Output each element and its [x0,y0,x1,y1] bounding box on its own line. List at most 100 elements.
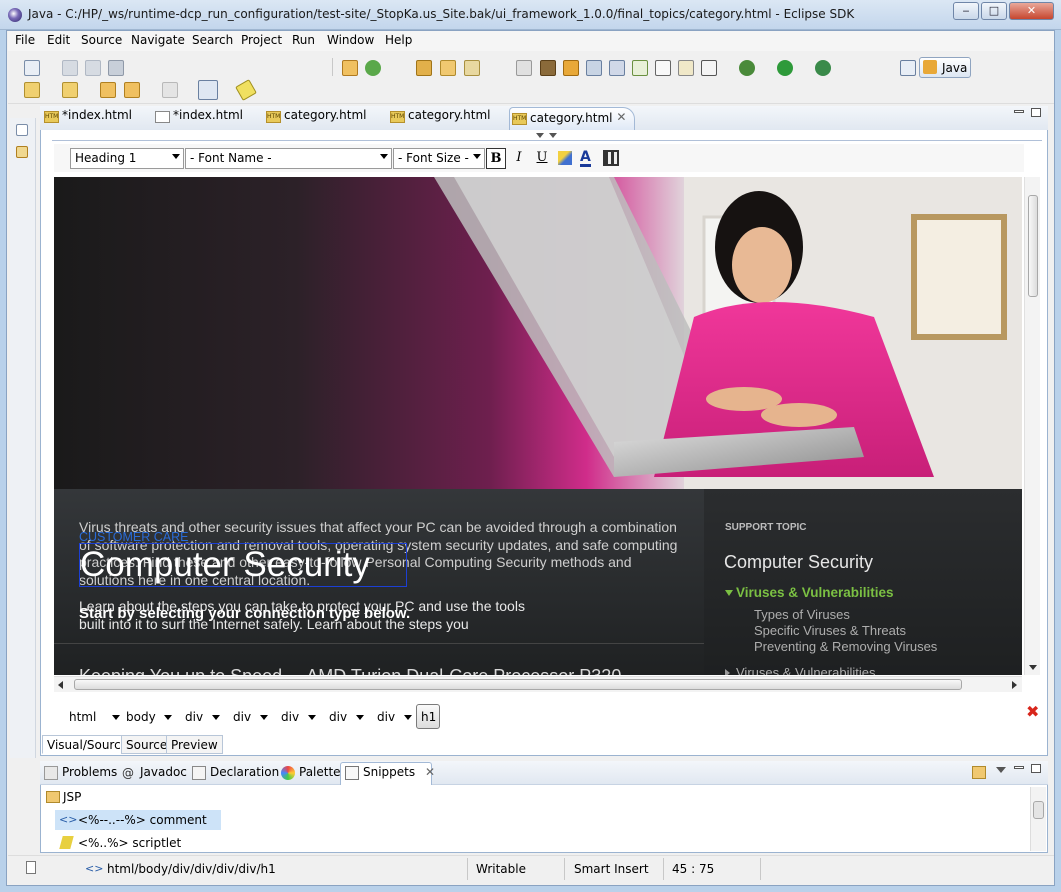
tab-snippets[interactable]: Snippets ✕ [345,765,435,780]
new-class-icon[interactable] [365,60,381,76]
font-size-select[interactable]: - Font Size - [393,148,485,169]
last-edit-icon[interactable] [100,82,116,98]
tab-index-html-1[interactable]: HTM *index.html [42,108,132,129]
toggle-mark-occurrences-icon[interactable] [198,80,218,100]
tab-preview[interactable]: Preview [166,735,223,754]
restore-icon[interactable] [16,124,28,136]
spell-check-icon[interactable] [678,60,694,76]
chevron-down-icon[interactable] [404,715,412,720]
new-icon[interactable] [24,60,40,76]
menu-edit[interactable]: Edit [47,33,70,47]
crumb-div-2[interactable]: div [233,710,251,724]
close-tab-icon[interactable]: ✕ [616,110,626,124]
minimize-button[interactable]: ‒ [953,2,979,20]
tab-category-html-1[interactable]: HTM category.html [264,108,366,129]
previous-annotation-icon[interactable] [62,82,78,98]
tab-declaration[interactable]: Declaration [192,765,279,780]
tasks-icon[interactable] [563,60,579,76]
open-perspective-icon[interactable] [900,60,916,76]
customize-icon[interactable] [972,766,986,779]
console-icon[interactable] [516,60,532,76]
run-icon[interactable] [777,60,793,76]
crumb-body[interactable]: body [126,710,156,724]
minimize-editor-icon[interactable] [1014,110,1024,113]
tab-category-html-active[interactable]: HTM category.html ✕ [509,107,636,130]
expand-split-icon[interactable] [549,133,557,138]
menu-run[interactable]: Run [292,33,315,47]
menu-project[interactable]: Project [241,33,282,47]
sidebar-item-viruses-next[interactable]: Viruses & Vulnerabilities [736,665,875,675]
save-all-icon[interactable] [85,60,101,76]
bold-button[interactable]: B [486,148,506,169]
maximize-button[interactable]: □ [981,2,1007,20]
open-type-icon[interactable] [416,60,432,76]
text-icon[interactable] [655,60,671,76]
sidebar-subitem-preventing[interactable]: Preventing & Removing Viruses [754,639,937,654]
forward-icon[interactable] [162,82,178,98]
menu-source[interactable]: Source [81,33,122,47]
next-annotation-icon[interactable] [24,82,40,98]
underline-button[interactable]: U [532,148,552,169]
open-folder-icon[interactable] [440,60,456,76]
tab-javadoc[interactable]: @ Javadoc [122,765,187,780]
more-formatting-icon[interactable] [603,150,619,166]
crumb-div-3[interactable]: div [281,710,299,724]
back-icon[interactable] [124,82,140,98]
print-icon[interactable] [108,60,124,76]
external-tools-icon[interactable] [815,60,831,76]
crumb-div-1[interactable]: div [185,710,203,724]
crumb-div-5[interactable]: div [377,710,395,724]
sidebar-subitem-types[interactable]: Types of Viruses [754,607,850,622]
view-menu-icon[interactable] [996,767,1006,773]
scroll-right-arrow-icon[interactable] [1012,681,1017,689]
menu-search[interactable]: Search [192,33,233,47]
build-icon[interactable] [540,60,556,76]
preview-icon[interactable] [586,60,602,76]
menu-window[interactable]: Window [327,33,374,47]
snippets-scrollbar[interactable] [1030,787,1046,851]
menu-file[interactable]: File [15,33,35,47]
italic-button[interactable]: I [509,148,529,169]
table-icon[interactable] [632,60,648,76]
font-name-select[interactable]: - Font Name - [185,148,392,169]
snippet-category-jsp[interactable]: JSP [63,790,81,804]
highlight-color-icon[interactable] [558,151,572,165]
vertical-scrollbar[interactable] [1024,177,1040,675]
format-icon[interactable] [609,60,625,76]
maximize-view-icon[interactable] [1031,764,1041,773]
scroll-left-arrow-icon[interactable] [58,681,63,689]
tab-problems[interactable]: Problems [44,765,117,780]
collapse-split-icon[interactable] [536,133,544,138]
chevron-down-icon[interactable] [356,715,364,720]
fast-view-icon[interactable] [26,861,36,874]
sidebar-item-viruses-active[interactable]: Viruses & Vulnerabilities [736,585,894,600]
tab-source[interactable]: Source [121,735,173,754]
page-heading[interactable]: Computer Security [79,543,407,587]
tab-palette[interactable]: Palette [281,765,341,780]
maximize-editor-icon[interactable] [1031,108,1041,117]
vertical-scroll-thumb[interactable] [1028,195,1038,297]
chevron-down-icon[interactable] [112,715,120,720]
crumb-div-4[interactable]: div [329,710,347,724]
tab-visual-source[interactable]: Visual/Source [42,735,134,754]
crumb-h1-selected[interactable]: h1 [416,704,440,729]
snippets-scroll-thumb[interactable] [1033,801,1044,819]
close-button[interactable]: ✕ [1009,2,1054,20]
close-tab-icon[interactable]: ✕ [425,765,435,779]
scroll-down-arrow-icon[interactable] [1029,665,1037,670]
horizontal-scrollbar[interactable] [54,676,1022,692]
chevron-down-icon[interactable] [308,715,316,720]
java-perspective-button[interactable]: Java [919,57,971,78]
chevron-down-icon[interactable] [260,715,268,720]
search-icon[interactable] [464,60,480,76]
package-explorer-icon[interactable] [16,146,28,158]
horizontal-scroll-thumb[interactable] [74,679,962,690]
debug-icon[interactable] [739,60,755,76]
save-icon[interactable] [62,60,78,76]
close-error-icon[interactable]: ✖ [1026,702,1039,721]
chevron-down-icon[interactable] [212,715,220,720]
chevron-down-icon[interactable] [164,715,172,720]
paragraph-style-select[interactable]: Heading 1 [70,148,184,169]
crumb-html[interactable]: html [69,710,96,724]
sidebar-subitem-specific[interactable]: Specific Viruses & Threats [754,623,906,638]
